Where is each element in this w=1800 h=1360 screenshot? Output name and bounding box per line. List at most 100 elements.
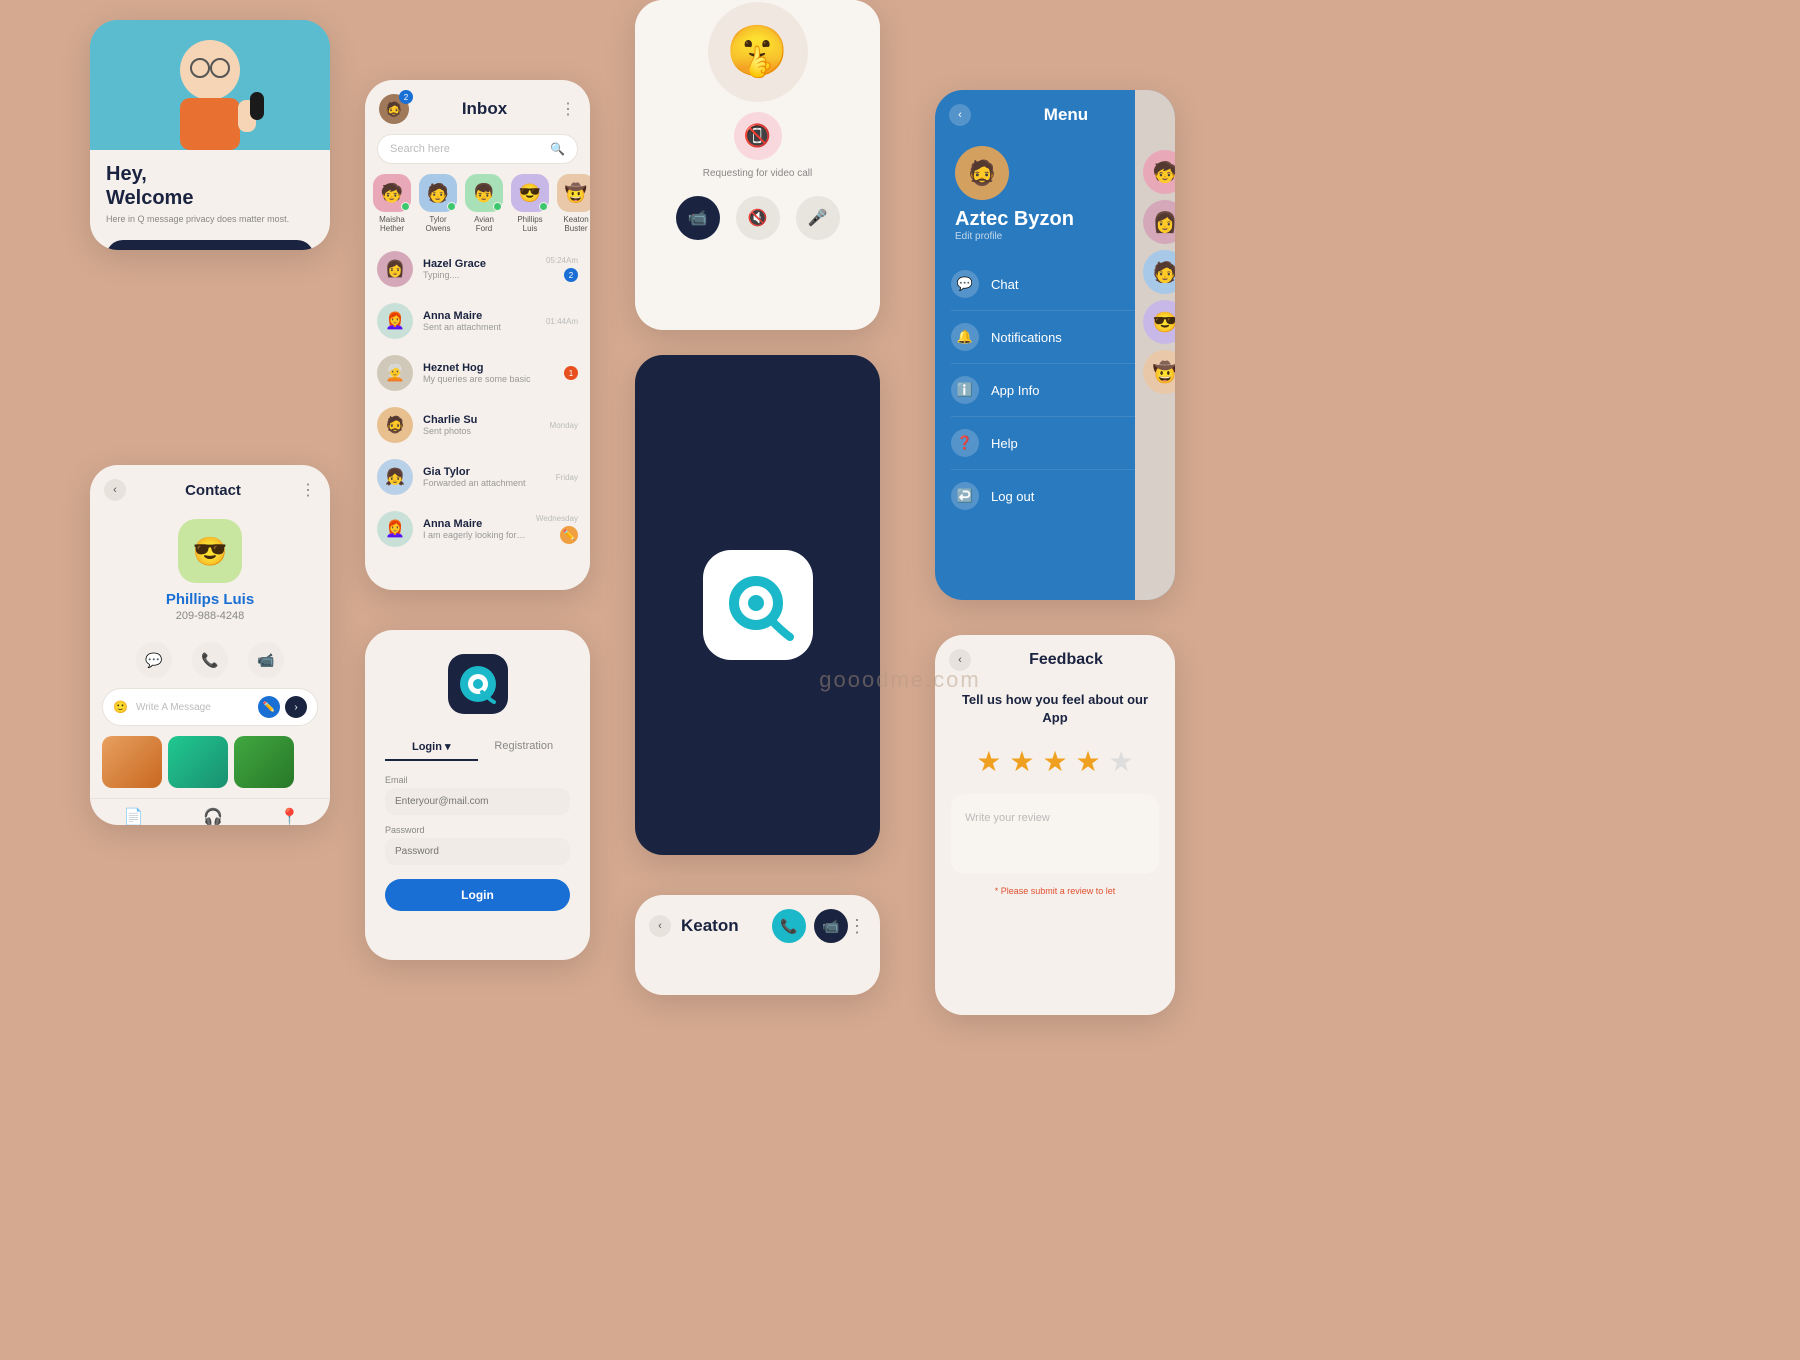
videocall-controls: 📹 🔇 🎤 <box>635 180 880 256</box>
msg-heznet-preview: My queries are some basic <box>423 374 554 384</box>
contact-call-button[interactable]: 📞 <box>192 642 228 678</box>
star-2[interactable]: ★ <box>1009 745 1034 778</box>
password-input[interactable] <box>385 838 570 865</box>
message-send-button[interactable]: › <box>285 696 307 718</box>
memoji-avatar: 🤫 <box>708 2 808 102</box>
document-icon: 📄 <box>124 807 144 825</box>
contact-card: ‹ Contact ⋮ 😎 Phillips Luis 209-988-4248… <box>90 465 330 825</box>
star-3[interactable]: ★ <box>1042 745 1067 778</box>
menu-item-notifications[interactable]: 🔔 Notifications <box>951 311 1159 364</box>
msg-anna2-action-button[interactable]: ✏️ <box>560 526 578 544</box>
msg-heznet-badge: 1 <box>564 366 578 380</box>
menu-item-chat-label: Chat <box>991 277 1018 292</box>
review-placeholder: Write your review <box>965 812 1050 824</box>
splash-card <box>635 355 880 855</box>
contact-write-message-bar: 🙂 Write A Message ✏️ › <box>102 688 318 726</box>
msg-charlie-name: Charlie Su <box>423 414 540 426</box>
peek-avatars: 🧒 2 👩 🧑 😎 🤠 <box>1143 150 1175 394</box>
tab-registration[interactable]: Registration <box>478 734 571 761</box>
contact-keaton-name: KeatonBuster <box>563 215 588 233</box>
contact-video-button[interactable]: 📹 <box>248 642 284 678</box>
videocall-mic-button[interactable]: 🎤 <box>796 196 840 240</box>
contact-action-icons: 💬 📞 📹 <box>90 642 330 678</box>
nav-location[interactable]: 📍 Location <box>274 807 304 825</box>
tab-login[interactable]: Login ▾ <box>385 734 478 761</box>
feedback-back-button[interactable]: ‹ <box>949 649 971 671</box>
email-input[interactable] <box>385 788 570 815</box>
q-logo-icon <box>458 664 498 704</box>
msg-charlie-info: Charlie Su Sent photos <box>423 414 540 436</box>
star-5[interactable]: ★ <box>1109 745 1134 778</box>
end-call-icon: 📵 <box>744 123 771 149</box>
contact-maisha[interactable]: 🧒 MaishaHether <box>373 174 411 233</box>
star-4[interactable]: ★ <box>1076 745 1101 778</box>
star-1[interactable]: ★ <box>976 745 1001 778</box>
contact-avian[interactable]: 👦 AvianFord <box>465 174 503 233</box>
msg-anna1-info: Anna Maire Sent an attachment <box>423 310 536 332</box>
msg-anna2[interactable]: 👩‍🦰 Anna Maire I am eagerly looking for … <box>365 503 590 555</box>
contact-more-button[interactable]: ⋮ <box>300 480 316 500</box>
msg-gia[interactable]: 👧 Gia Tylor Forwarded an attachment Frid… <box>365 451 590 503</box>
nav-document[interactable]: 📄 Document <box>115 807 151 825</box>
start-button[interactable]: Start <box>106 240 314 250</box>
msg-anna1[interactable]: 👩‍🦰 Anna Maire Sent an attachment 01:44A… <box>365 295 590 347</box>
login-button[interactable]: Login <box>385 879 570 911</box>
search-icon: 🔍 <box>550 142 565 156</box>
logout-icon: ↩️ <box>951 482 979 510</box>
menu-item-notifications-label: Notifications <box>991 330 1062 345</box>
inbox-more-button[interactable]: ⋮ <box>560 99 576 119</box>
email-label: Email <box>385 775 408 785</box>
contact-chat-button[interactable]: 💬 <box>136 642 172 678</box>
keaton-phone-button[interactable]: 📞 <box>772 909 806 943</box>
msg-hazel-time: 05:24Am <box>546 256 578 265</box>
msg-anna1-preview: Sent an attachment <box>423 322 536 332</box>
msg-gia-avatar: 👧 <box>377 459 413 495</box>
msg-hazel[interactable]: 👩 Hazel Grace Typing.... 05:24Am 2 <box>365 243 590 295</box>
videocall-mute-button[interactable]: 🔇 <box>736 196 780 240</box>
login-card: Login ▾ Registration Email Password Logi… <box>365 630 590 960</box>
message-actions: ✏️ › <box>258 696 307 718</box>
audio-icon: 🎧 <box>203 807 223 825</box>
peek-avatar-5: 🤠 <box>1143 350 1175 394</box>
feedback-subtitle: Tell us how you feel about our App <box>935 681 1175 737</box>
menu-item-help[interactable]: ❓ Help <box>951 417 1159 470</box>
location-icon: 📍 <box>279 807 299 825</box>
msg-hazel-info: Hazel Grace Typing.... <box>423 258 536 280</box>
message-attach-button[interactable]: ✏️ <box>258 696 280 718</box>
menu-item-logout-label: Log out <box>991 489 1034 504</box>
msg-heznet-info: Heznet Hog My queries are some basic <box>423 362 554 384</box>
keaton-video-button[interactable]: 📹 <box>814 909 848 943</box>
msg-heznet-meta: 1 <box>564 366 578 380</box>
menu-item-logout[interactable]: ↩️ Log out <box>951 470 1159 522</box>
keaton-back-button[interactable]: ‹ <box>649 915 671 937</box>
videocall-camera-button[interactable]: 📹 <box>676 196 720 240</box>
keaton-more-button[interactable]: ⋮ <box>848 916 866 937</box>
contact-back-button[interactable]: ‹ <box>104 479 126 501</box>
msg-gia-time: Friday <box>556 473 578 482</box>
menu-item-appinfo[interactable]: ℹ️ App Info <box>951 364 1159 417</box>
online-indicator <box>539 202 548 211</box>
feedback-review-area[interactable]: Write your review <box>951 794 1159 874</box>
contact-phillips[interactable]: 😎 PhillipsLuis <box>511 174 549 233</box>
menu-back-button[interactable]: ‹ <box>949 104 971 126</box>
nav-audio[interactable]: 🎧 Audio <box>203 807 223 825</box>
contact-keaton[interactable]: 🤠 KeatonBuster <box>557 174 590 233</box>
menu-edit-profile[interactable]: Edit profile <box>955 231 1155 242</box>
contact-tylor[interactable]: 🧑 TylorOwens <box>419 174 457 233</box>
inbox-search-bar[interactable]: Search here 🔍 <box>377 134 578 164</box>
msg-heznet[interactable]: 🧑‍🦳 Heznet Hog My queries are some basic… <box>365 347 590 399</box>
contact-maisha-name: MaishaHether <box>379 215 405 233</box>
peek-avatar-4: 😎 <box>1143 300 1175 344</box>
login-tabs: Login ▾ Registration <box>385 734 570 761</box>
videocall-top: 🤫 📵 Requesting for video call <box>635 0 880 180</box>
videocall-card: 🤫 📵 Requesting for video call 📹 🔇 🎤 <box>635 0 880 330</box>
contact-avian-name: AvianFord <box>474 215 494 233</box>
msg-charlie[interactable]: 🧔 Charlie Su Sent photos Monday <box>365 399 590 451</box>
menu-item-chat[interactable]: 💬 Chat <box>951 258 1159 311</box>
search-placeholder: Search here <box>390 143 542 155</box>
inbox-user-avatar: 🧔 2 <box>379 94 409 124</box>
menu-card: ‹ Menu 🧔 Aztec Byzon Edit profile 💬 Chat… <box>935 90 1175 600</box>
peek-avatar-2: 👩 <box>1143 200 1175 244</box>
q-main-logo-icon <box>718 565 798 645</box>
inbox-title: Inbox <box>462 99 507 119</box>
